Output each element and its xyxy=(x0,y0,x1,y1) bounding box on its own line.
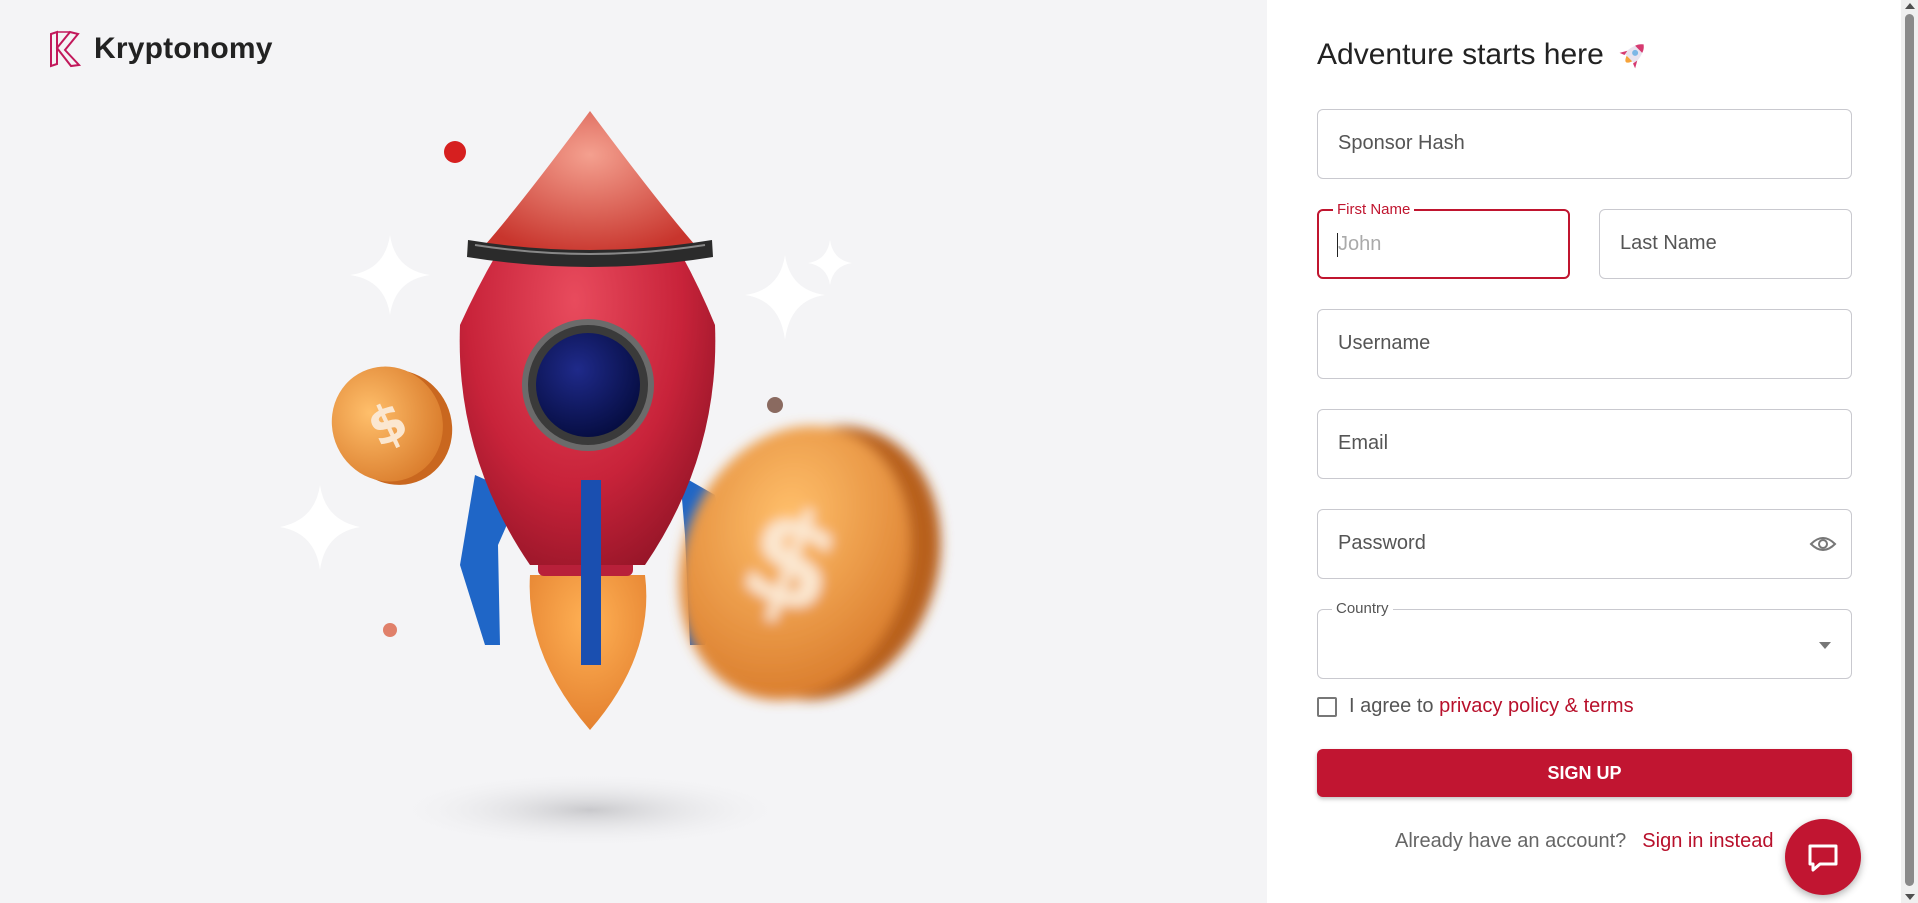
chevron-down-icon[interactable] xyxy=(1819,642,1831,649)
email-placeholder: Email xyxy=(1338,432,1389,454)
username-placeholder: Username xyxy=(1338,332,1431,354)
vertical-scrollbar[interactable] xyxy=(1901,0,1918,903)
brand-name: Kryptonomy xyxy=(94,32,273,65)
first-name-placeholder: John xyxy=(1338,233,1382,255)
password-input[interactable]: Password xyxy=(1317,509,1852,579)
chat-bubble-icon xyxy=(1808,844,1838,872)
country-select[interactable]: Country xyxy=(1317,600,1852,679)
sign-in-link[interactable]: Sign in instead xyxy=(1642,830,1773,853)
scrollbar-thumb[interactable] xyxy=(1905,14,1914,886)
terms-agreement: I agree to privacy policy & terms xyxy=(1317,695,1634,718)
form-title-text: Adventure starts here xyxy=(1317,38,1604,71)
scroll-down-arrow-icon[interactable] xyxy=(1905,894,1915,900)
rocket-emoji-icon xyxy=(1619,44,1644,69)
already-account-text: Already have an account? xyxy=(1395,830,1627,852)
form-title: Adventure starts here xyxy=(1317,38,1650,72)
first-name-input[interactable]: First Name John xyxy=(1317,201,1570,279)
scroll-up-arrow-icon[interactable] xyxy=(1905,3,1915,9)
last-name-placeholder: Last Name xyxy=(1620,232,1717,254)
first-name-label: First Name xyxy=(1333,201,1415,218)
rocket-illustration: $ $ xyxy=(280,111,941,848)
username-input[interactable]: Username xyxy=(1317,309,1852,379)
privacy-terms-link[interactable]: privacy policy & terms xyxy=(1439,695,1634,717)
kryptonomy-logo-icon xyxy=(50,30,82,68)
sponsor-hash-placeholder: Sponsor Hash xyxy=(1338,132,1465,154)
signup-panel: Adventure starts here Sponsor Hash First… xyxy=(1267,0,1901,903)
signin-prompt: Already have an account? Sign in instead xyxy=(1395,830,1773,853)
terms-text: I agree to xyxy=(1349,695,1434,717)
chat-button[interactable] xyxy=(1785,819,1861,895)
sign-up-button[interactable]: SIGN UP xyxy=(1317,749,1852,797)
last-name-input[interactable]: Last Name xyxy=(1599,209,1852,279)
password-placeholder: Password xyxy=(1338,532,1426,554)
email-input[interactable]: Email xyxy=(1317,409,1852,479)
terms-checkbox[interactable] xyxy=(1317,696,1337,717)
illustration-panel: Kryptonomy $ $ xyxy=(0,0,1267,903)
brand[interactable]: Kryptonomy xyxy=(48,30,273,68)
country-label: Country xyxy=(1332,600,1393,617)
eye-icon[interactable] xyxy=(1809,532,1837,556)
sponsor-hash-input[interactable]: Sponsor Hash xyxy=(1317,109,1852,179)
